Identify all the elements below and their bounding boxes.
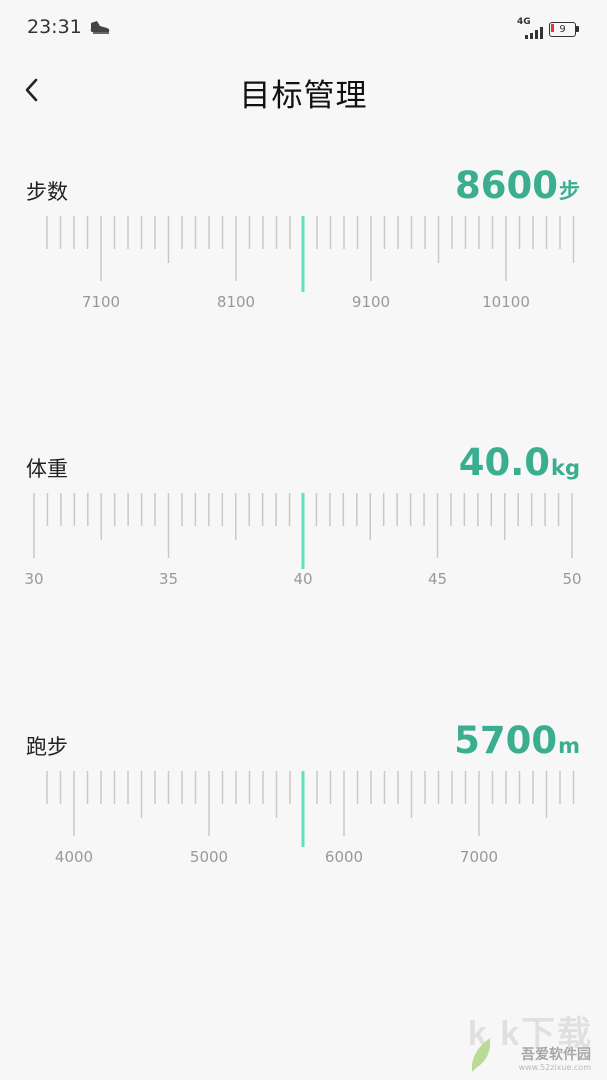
signal-icon: 4G — [517, 17, 547, 39]
ruler-tick-label: 7100 — [82, 293, 120, 311]
status-time: 23:31 — [27, 16, 82, 38]
running-label: 跑步 — [26, 735, 68, 759]
watermark-url: www.52zixue.com — [518, 1063, 591, 1072]
steps-value-unit: 步 — [559, 179, 580, 203]
weight-ruler[interactable]: 30 35 40 45 50 — [0, 485, 607, 595]
ruler-tick-label: 8100 — [217, 293, 255, 311]
battery-level: 9 — [559, 24, 566, 35]
steps-label: 步数 — [26, 180, 68, 204]
weight-value-number: 40.0 — [458, 441, 550, 484]
running-value-number: 5700 — [454, 719, 558, 762]
running-section: 跑步 5700m 4000 5000 6000 7000 — [0, 719, 607, 891]
ruler-tick-label: 6000 — [325, 848, 363, 866]
weight-label: 体重 — [26, 457, 68, 481]
steps-ruler[interactable]: 7100 8100 9100 10100 — [0, 208, 607, 318]
steps-value-number: 8600 — [455, 164, 558, 207]
steps-section: 步数 8600步 7100 8100 9100 10100 — [0, 164, 607, 336]
ruler-tick-label: 35 — [159, 570, 178, 588]
ruler-tick-label: 10100 — [482, 293, 530, 311]
leaf-icon — [471, 1038, 491, 1072]
ruler-tick-label: 40 — [293, 570, 312, 588]
running-value-unit: m — [558, 734, 580, 758]
ruler-tick-label: 4000 — [55, 848, 93, 866]
network-type: 4G — [517, 17, 531, 27]
shoe-icon — [90, 21, 110, 34]
ruler-tick-label: 5000 — [190, 848, 228, 866]
ruler-tick-label: 45 — [428, 570, 447, 588]
status-bar: 23:31 4G 9 — [0, 0, 607, 58]
battery-icon: 9 — [549, 22, 579, 37]
page-title: 目标管理 — [239, 78, 368, 114]
steps-value: 8600步 — [455, 164, 580, 207]
ruler-tick-label: 30 — [24, 570, 43, 588]
weight-value: 40.0kg — [459, 441, 580, 484]
watermark-name: 吾爱软件园 — [521, 1047, 591, 1063]
weight-section: 体重 40.0kg 30 35 40 45 50 — [0, 441, 607, 613]
weight-value-unit: kg — [551, 456, 580, 480]
watermark: k k下载 吾爱软件园 www.52zixue.com — [466, 1006, 601, 1076]
ruler-tick-label: 50 — [562, 570, 581, 588]
running-ruler[interactable]: 4000 5000 6000 7000 — [0, 763, 607, 873]
ruler-tick-label: 9100 — [352, 293, 390, 311]
ruler-tick-label: 7000 — [460, 848, 498, 866]
running-value: 5700m — [454, 719, 580, 762]
